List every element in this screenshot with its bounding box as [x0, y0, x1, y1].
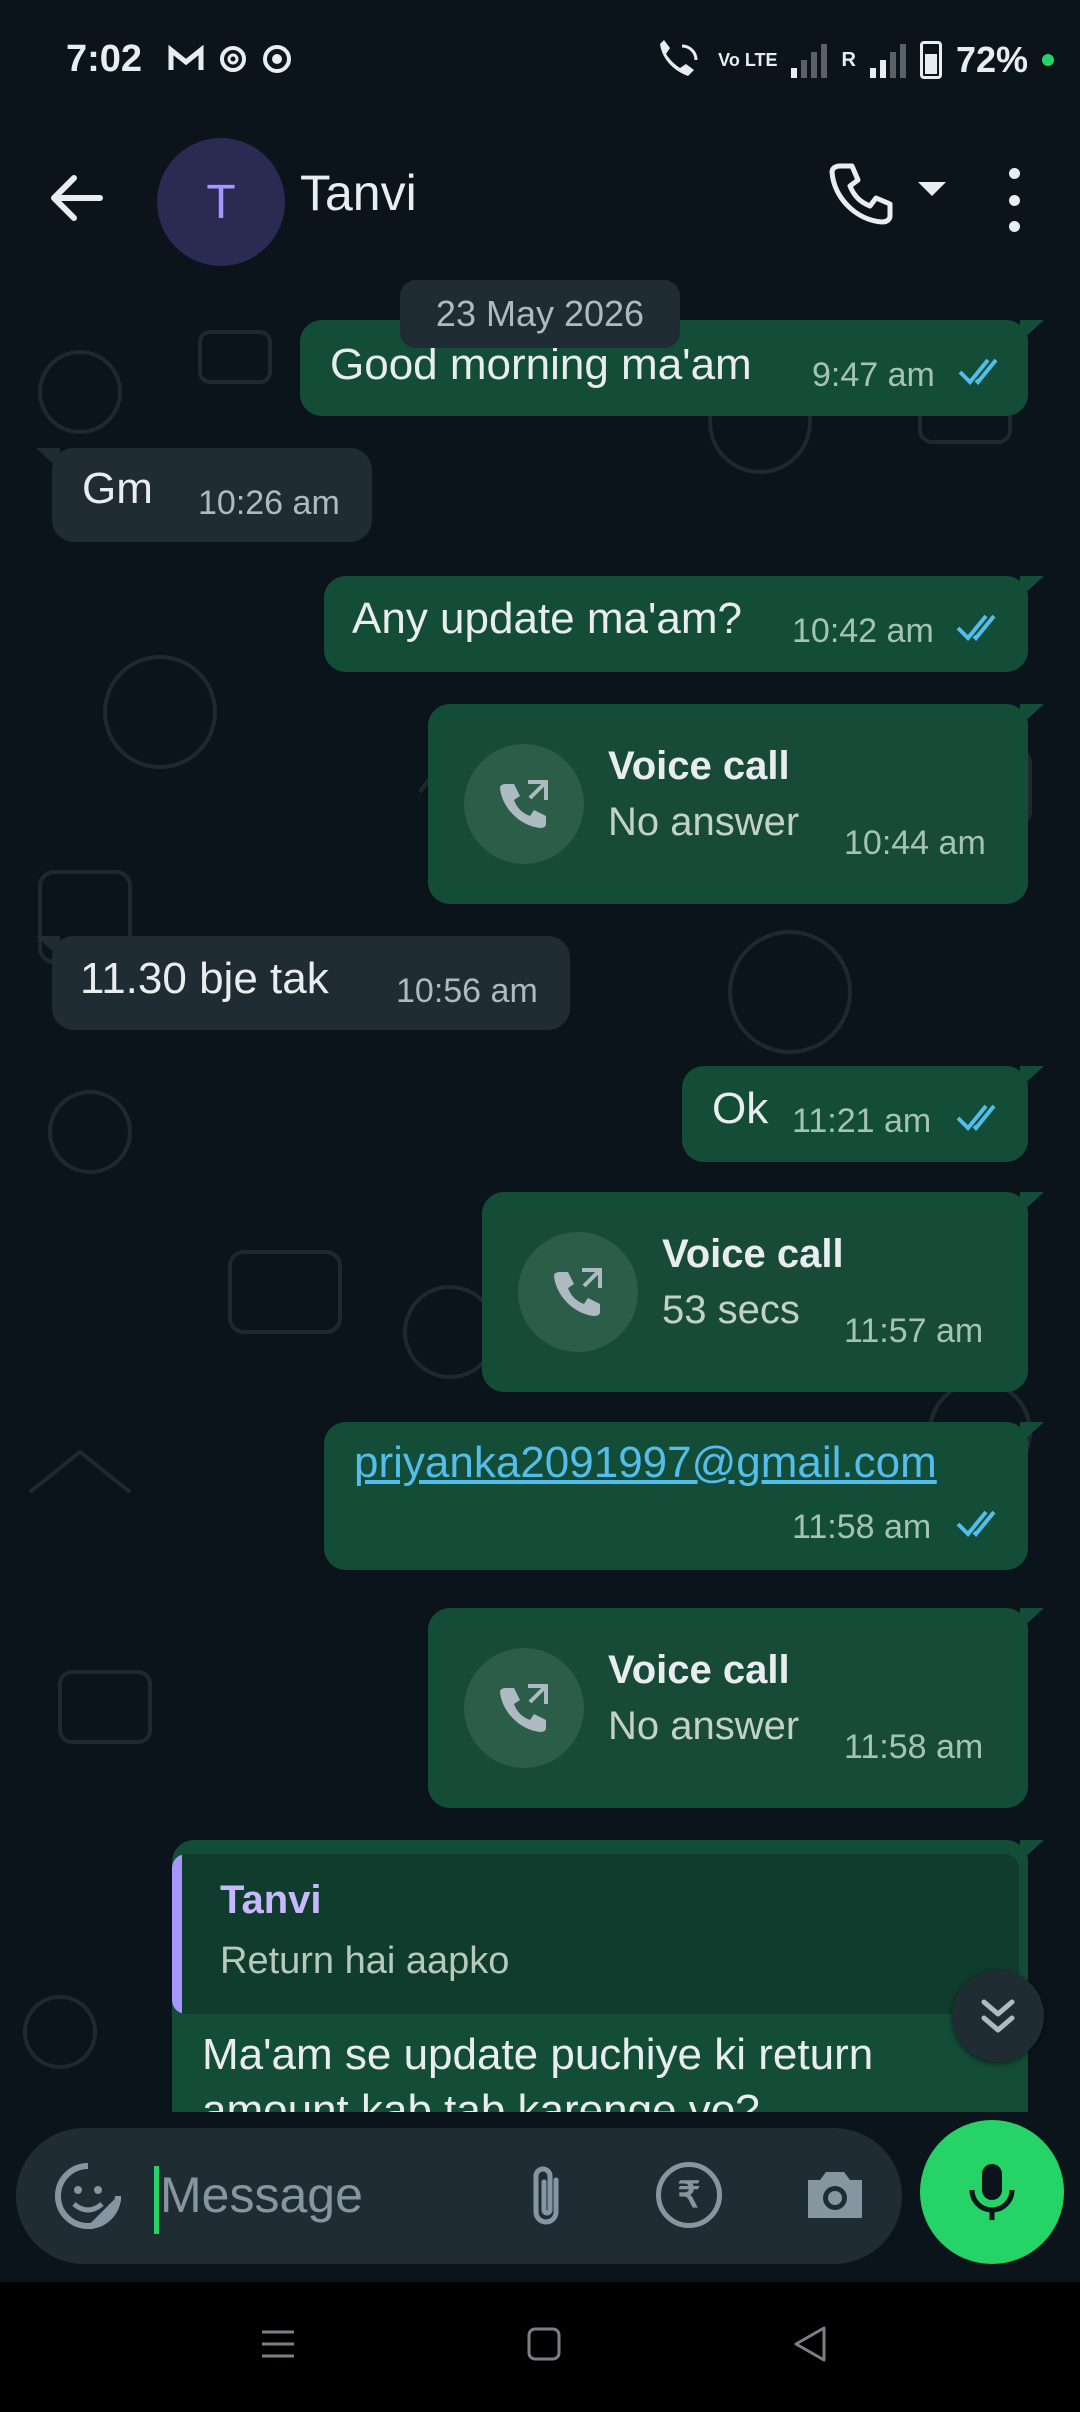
scroll-to-bottom-button[interactable]: [952, 1970, 1044, 2062]
message-text: Ok: [712, 1084, 769, 1133]
battery-percent: 72%: [955, 39, 1028, 80]
call-title: Voice call: [608, 744, 790, 788]
message-time: 10:56 am: [396, 972, 538, 1010]
recents-menu-icon[interactable]: [258, 2324, 298, 2364]
system-indicators: Vo LTE R 72%: [652, 38, 1054, 82]
message-time: 9:47 am: [812, 356, 935, 394]
more-options-icon[interactable]: [1000, 168, 1028, 232]
message-text-line-2: amount kab tab karenge vo?: [202, 2086, 760, 2112]
call-status: No answer: [608, 1704, 800, 1748]
voice-record-button[interactable]: [920, 2120, 1064, 2264]
message-text: Gm: [82, 464, 153, 513]
system-navigation-bar: [0, 2282, 1080, 2412]
signal-2-icon: [869, 42, 906, 78]
message-time: 11:58 am: [792, 1508, 932, 1546]
privacy-indicator-dot: [1042, 54, 1054, 66]
contact-name[interactable]: Tanvi: [300, 164, 417, 222]
quoted-text: Return hai aapko: [220, 1940, 510, 1982]
microphone-icon: [969, 2164, 1015, 2220]
status-time: 7:02: [66, 38, 143, 80]
bubble-tail: [1020, 1840, 1044, 1862]
bubble-tail: [1020, 576, 1044, 598]
message-time: 11:21 am: [792, 1102, 932, 1140]
rupee-symbol: ₹: [677, 2174, 701, 2215]
voice-call-bubble[interactable]: Voice call No answer 10:44 am: [428, 704, 1044, 904]
bubble-tail: [1020, 1066, 1044, 1088]
status-bar: 7:02 Vo LTE R 72%: [0, 0, 1080, 130]
message-time: 10:26 am: [198, 484, 340, 522]
bubble-tail: [36, 936, 60, 958]
chat-area[interactable]: Good morning ma'am 9:47 am 23 May 2026 G…: [0, 272, 1080, 2112]
chat-header: T Tanvi: [0, 130, 1080, 272]
message-bubble-outgoing[interactable]: Ok 11:21 am: [682, 1066, 1044, 1162]
text-cursor: [154, 2166, 159, 2234]
message-text: Any update ma'am?: [352, 594, 742, 643]
network-type-label: Vo LTE: [718, 50, 778, 70]
call-status: No answer: [608, 800, 800, 844]
call-duration: 53 secs: [662, 1288, 800, 1332]
bubble-tail: [1020, 1192, 1044, 1214]
camera-icon[interactable]: [802, 2164, 868, 2224]
wifi-calling-icon: [660, 40, 698, 76]
message-time: 11:57 am: [844, 1312, 984, 1350]
sticker-emoji-icon[interactable]: [52, 2160, 124, 2232]
quoted-message[interactable]: Tanvi Return hai aapko: [172, 1854, 1019, 2014]
double-chevron-down-icon: [981, 1999, 1015, 2033]
voice-call-bubble[interactable]: Voice call No answer 11:58 am: [428, 1608, 1044, 1808]
bubble-tail: [1020, 1608, 1044, 1630]
message-text: 11.30 bje tak: [80, 954, 329, 1003]
message-time: 11:58 am: [844, 1728, 984, 1766]
payment-rupee-icon[interactable]: ₹: [656, 2162, 722, 2228]
notification-icons: [168, 44, 292, 74]
call-title: Voice call: [662, 1232, 844, 1276]
gmail-notification-icon: [168, 44, 204, 70]
signal-1-icon: [791, 42, 828, 78]
email-link[interactable]: priyanka2091997@gmail.com: [354, 1438, 937, 1488]
double-check-read-icon: [956, 1510, 996, 1537]
bubble-tail: [1020, 1422, 1044, 1444]
quote-accent-bar: [172, 1854, 182, 2014]
back-triangle-icon[interactable]: [790, 2324, 830, 2364]
outgoing-call-icon: [518, 1232, 638, 1352]
message-bubble-incoming[interactable]: 11.30 bje tak 10:56 am: [36, 936, 570, 1030]
outgoing-call-icon: [464, 1648, 584, 1768]
message-bubble-outgoing[interactable]: Any update ma'am? 10:42 am: [324, 576, 1044, 672]
double-check-read-icon: [956, 614, 996, 641]
call-title: Voice call: [608, 1648, 790, 1692]
message-text-line-1: Ma'am se update puchiye ki return: [202, 2030, 874, 2079]
home-square-icon[interactable]: [524, 2324, 564, 2364]
message-time: 10:42 am: [792, 612, 934, 650]
back-arrow-icon[interactable]: [44, 166, 108, 230]
battery-icon: [919, 41, 942, 79]
double-check-read-icon: [958, 358, 998, 385]
bubble-tail: [1020, 704, 1044, 726]
chrome-notification-icon: [263, 45, 291, 73]
date-chip: 23 May 2026: [400, 280, 680, 348]
message-time: 10:44 am: [844, 824, 986, 862]
message-bubble-outgoing[interactable]: priyanka2091997@gmail.com 11:58 am: [324, 1422, 1044, 1570]
avatar[interactable]: T: [157, 138, 285, 266]
message-composer: Message ₹: [16, 2128, 902, 2264]
message-bubble-incoming[interactable]: Gm 10:26 am: [36, 448, 372, 542]
quoted-sender: Tanvi: [220, 1878, 322, 1922]
attachment-paperclip-icon[interactable]: [518, 2162, 578, 2232]
call-options-chevron-down-icon[interactable]: [918, 182, 946, 196]
threads-notification-icon: [220, 46, 246, 72]
double-check-read-icon: [956, 1104, 996, 1131]
bubble-tail: [36, 448, 60, 470]
voice-call-bubble[interactable]: Voice call 53 secs 11:57 am: [482, 1192, 1044, 1392]
voice-call-icon[interactable]: [826, 158, 896, 228]
outgoing-call-icon: [464, 744, 584, 864]
roaming-label: R: [841, 48, 856, 71]
bubble-tail: [1020, 320, 1044, 342]
message-input[interactable]: Message: [160, 2166, 363, 2224]
